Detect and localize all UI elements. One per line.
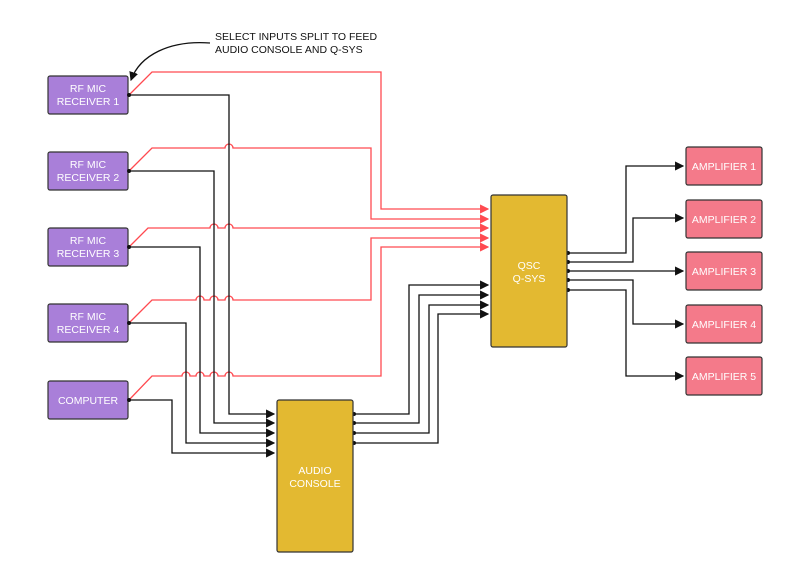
audio-console[interactable]: AUDIO CONSOLE — [276, 399, 354, 553]
amplifier-label: AMPLIFIER 5 — [692, 371, 756, 383]
source-label: RECEIVER 1 — [57, 96, 120, 108]
wire-rf3-console — [129, 246, 276, 438]
audio-console-label: CONSOLE — [289, 478, 340, 490]
wire-rf1-console — [129, 94, 276, 419]
signal-flow-diagram: SELECT INPUTS SPLIT TO FEED AUDIO CONSOL… — [47, 31, 763, 553]
wire-computer-console — [129, 399, 276, 458]
qsys-label: Q-SYS — [513, 273, 546, 285]
qsys-label: QSC — [518, 260, 541, 272]
wire-rf4-console — [129, 322, 276, 448]
source-label: RF MIC — [70, 159, 107, 171]
rf-mic-receiver-2[interactable]: RF MIC RECEIVER 2 — [47, 151, 129, 191]
annotation-line-2: AUDIO CONSOLE AND Q-SYS — [215, 44, 363, 56]
computer[interactable]: COMPUTER — [47, 380, 129, 420]
amplifier-label: AMPLIFIER 3 — [692, 266, 756, 278]
amplifier-3[interactable]: AMPLIFIER 3 — [685, 251, 763, 291]
rf-mic-receiver-4[interactable]: RF MIC RECEIVER 4 — [47, 303, 129, 343]
source-label: RF MIC — [70, 83, 107, 95]
rf-mic-receiver-3[interactable]: RF MIC RECEIVER 3 — [47, 227, 129, 267]
amplifier-label: AMPLIFIER 4 — [692, 319, 756, 331]
source-label: RECEIVER 2 — [57, 172, 120, 184]
wire-qsys-amp1 — [567, 161, 685, 254]
wire-qsys-amp5 — [567, 289, 685, 381]
source-label: COMPUTER — [58, 395, 119, 407]
source-label: RF MIC — [70, 311, 107, 323]
amplifier-1[interactable]: AMPLIFIER 1 — [685, 146, 763, 186]
split-wire-rf4 — [128, 233, 490, 324]
split-wire-rf2 — [128, 143, 490, 224]
split-wire-rf3 — [128, 223, 490, 248]
wire-qsys-amp4 — [567, 279, 685, 329]
split-wire-rf1 — [128, 71, 490, 214]
source-label: RECEIVER 4 — [57, 324, 120, 336]
amplifier-label: AMPLIFIER 2 — [692, 214, 756, 226]
audio-console-label: AUDIO — [298, 465, 331, 477]
amplifier-5[interactable]: AMPLIFIER 5 — [685, 356, 763, 396]
wire-qsys-amp2 — [567, 213, 685, 263]
amplifier-2[interactable]: AMPLIFIER 2 — [685, 199, 763, 239]
rf-mic-receiver-1[interactable]: RF MIC RECEIVER 1 — [47, 75, 129, 115]
qsc-qsys[interactable]: QSC Q-SYS — [490, 194, 568, 348]
source-label: RF MIC — [70, 235, 107, 247]
wire-rf2-console — [129, 170, 276, 428]
source-label: RECEIVER 3 — [57, 248, 120, 260]
amplifier-4[interactable]: AMPLIFIER 4 — [685, 304, 763, 344]
annotation-arrow — [129, 41, 211, 82]
amplifier-label: AMPLIFIER 1 — [692, 161, 756, 173]
annotation-line-1: SELECT INPUTS SPLIT TO FEED — [215, 31, 377, 43]
